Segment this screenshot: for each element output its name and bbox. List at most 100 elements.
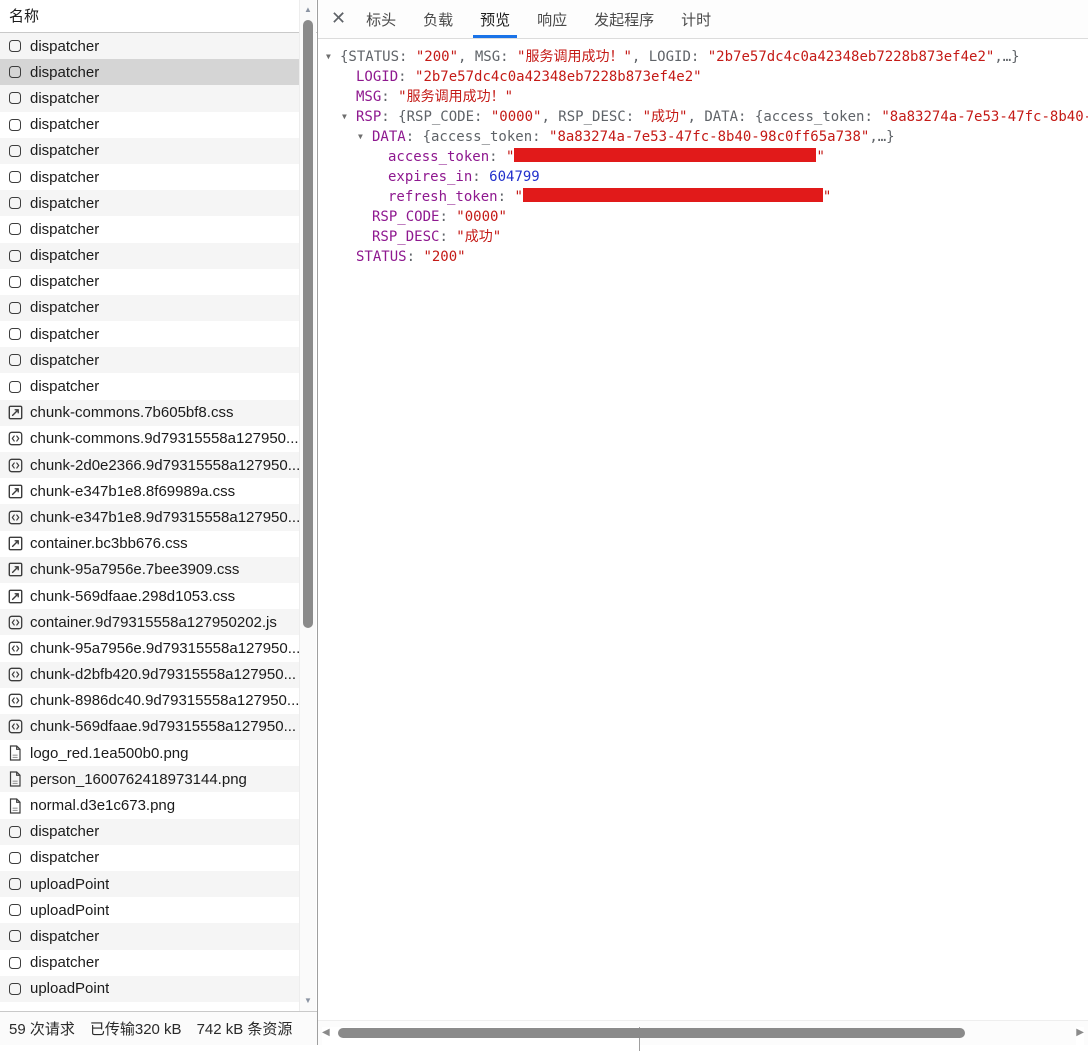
json-string-value: "0000" <box>456 209 507 225</box>
request-name: dispatcher <box>30 64 99 81</box>
stylesheet-file-icon <box>7 536 23 552</box>
fetch-request-icon <box>7 274 23 290</box>
request-name: dispatcher <box>30 823 99 840</box>
request-name: chunk-95a7956e.9d79315558a127950... <box>30 640 300 657</box>
json-tree-line: access_token: "" <box>318 147 1088 167</box>
vertical-scrollbar-thumb[interactable] <box>303 20 313 628</box>
request-row[interactable]: dispatcher <box>0 845 300 871</box>
rounded-square-icon <box>9 171 21 183</box>
request-row[interactable]: dispatcher <box>0 923 300 949</box>
json-string-value: "8a83274a-7e53-47fc-8b40-98c0ff65a738" <box>549 129 869 145</box>
request-row[interactable]: uploadPoint <box>0 871 300 897</box>
request-row[interactable]: chunk-e347b1e8.8f69989a.css <box>0 478 300 504</box>
resource-size: 742 kB 条资源 <box>197 1018 293 1039</box>
scroll-right-icon[interactable]: ▶ <box>1076 1027 1084 1051</box>
request-row[interactable]: chunk-569dfaae.9d79315558a127950... <box>0 714 300 740</box>
json-string-value: "服务调用成功！" <box>517 49 632 65</box>
json-punctuation: : <box>381 89 398 105</box>
request-row[interactable]: container.9d79315558a127950202.js <box>0 609 300 635</box>
request-row[interactable]: container.bc3bb676.css <box>0 531 300 557</box>
request-row[interactable]: chunk-569dfaae.298d1053.css <box>0 583 300 609</box>
request-row[interactable]: dispatcher <box>0 190 300 216</box>
devtools-network-panel: 名称 dispatcherdispatcherdispatcherdispatc… <box>0 0 1088 1045</box>
rounded-square-icon <box>9 878 21 890</box>
request-row[interactable]: normal.d3e1c673.png <box>0 792 300 818</box>
close-icon[interactable]: ✕ <box>331 10 346 28</box>
tab-preview[interactable]: 预览 <box>473 0 517 38</box>
request-name: person_1600762418973144.png <box>30 771 247 788</box>
request-row[interactable]: chunk-8986dc40.9d79315558a127950... <box>0 688 300 714</box>
request-name: dispatcher <box>30 326 99 343</box>
request-row[interactable]: dispatcher <box>0 33 300 59</box>
stylesheet-file-icon <box>7 483 23 499</box>
rounded-square-icon <box>9 302 21 314</box>
request-row[interactable]: uploadPoint <box>0 897 300 923</box>
fetch-request-icon <box>7 169 23 185</box>
request-row[interactable]: dispatcher <box>0 321 300 347</box>
tab-headers[interactable]: 标头 <box>359 0 403 38</box>
json-key: DATA <box>372 129 406 145</box>
rounded-square-icon <box>9 276 21 288</box>
request-detail-panel: ✕ 标头负载预览响应发起程序计时 ▼{STATUS: "200", MSG: "… <box>318 0 1088 1045</box>
request-row[interactable]: chunk-e347b1e8.9d79315558a127950... <box>0 504 300 530</box>
json-punctuation: , DATA: {access_token: <box>687 109 881 125</box>
request-row[interactable]: dispatcher <box>0 950 300 976</box>
request-name: uploadPoint <box>30 980 109 997</box>
request-row[interactable]: dispatcher <box>0 59 300 85</box>
request-row[interactable]: chunk-d2bfb420.9d79315558a127950... <box>0 662 300 688</box>
tab-response[interactable]: 响应 <box>530 0 574 38</box>
disclosure-triangle-icon[interactable]: ▼ <box>326 47 340 67</box>
request-row[interactable]: chunk-commons.7b605bf8.css <box>0 400 300 426</box>
request-row[interactable]: dispatcher <box>0 138 300 164</box>
request-row[interactable]: dispatcher <box>0 216 300 242</box>
tab-payload[interactable]: 负载 <box>416 0 460 38</box>
horizontal-scrollbar[interactable]: ◀ ▶ <box>318 1020 1088 1045</box>
request-row[interactable]: dispatcher <box>0 373 300 399</box>
json-punctuation: : <box>407 249 424 265</box>
scroll-up-icon[interactable]: ▲ <box>300 5 316 15</box>
request-list-panel: 名称 dispatcherdispatcherdispatcherdispatc… <box>0 0 318 1045</box>
image-file-icon <box>7 745 23 761</box>
request-row[interactable]: dispatcher <box>0 295 300 321</box>
json-string-value: " <box>506 149 514 165</box>
request-row[interactable]: dispatcher <box>0 243 300 269</box>
request-row[interactable]: person_1600762418973144.png <box>0 766 300 792</box>
request-name: dispatcher <box>30 247 99 264</box>
request-row[interactable]: uploadPoint <box>0 976 300 1002</box>
scroll-down-icon[interactable]: ▼ <box>300 996 316 1006</box>
fetch-request-icon <box>7 195 23 211</box>
request-row[interactable]: chunk-2d0e2366.9d79315558a127950... <box>0 452 300 478</box>
json-key: access_token <box>388 149 489 165</box>
request-row[interactable]: logo_red.1ea500b0.png <box>0 740 300 766</box>
image-file-icon <box>7 798 23 814</box>
request-row[interactable]: dispatcher <box>0 112 300 138</box>
request-row[interactable]: chunk-95a7956e.9d79315558a127950... <box>0 635 300 661</box>
tab-initiator[interactable]: 发起程序 <box>587 0 661 38</box>
request-row[interactable]: dispatcher <box>0 269 300 295</box>
vertical-scrollbar[interactable]: ▲ ▼ <box>299 0 316 1011</box>
request-row[interactable]: chunk-95a7956e.7bee3909.css <box>0 557 300 583</box>
request-name: dispatcher <box>30 928 99 945</box>
rounded-square-icon <box>9 930 21 942</box>
request-row[interactable]: dispatcher <box>0 819 300 845</box>
json-string-value: "2b7e57dc4c0a42348eb7228b873ef4e2" <box>415 69 702 85</box>
script-file-icon <box>7 719 23 735</box>
request-row[interactable]: chunk-commons.9d79315558a127950... <box>0 426 300 452</box>
horizontal-scrollbar-thumb[interactable] <box>338 1028 965 1038</box>
fetch-request-icon <box>7 143 23 159</box>
disclosure-triangle-icon[interactable]: ▼ <box>342 107 356 127</box>
json-key: STATUS <box>356 249 407 265</box>
name-column-header[interactable]: 名称 <box>0 0 317 33</box>
request-name: chunk-8986dc40.9d79315558a127950... <box>30 692 299 709</box>
json-punctuation: : <box>398 69 415 85</box>
json-punctuation: : <box>498 189 515 205</box>
disclosure-triangle-icon[interactable]: ▼ <box>358 127 372 147</box>
tab-timing[interactable]: 计时 <box>674 0 718 38</box>
request-row[interactable]: dispatcher <box>0 164 300 190</box>
request-row[interactable]: dispatcher <box>0 85 300 111</box>
request-name: dispatcher <box>30 378 99 395</box>
request-name: dispatcher <box>30 849 99 866</box>
json-tree-line: STATUS: "200" <box>318 247 1088 267</box>
json-string-value: "成功" <box>643 109 688 125</box>
request-row[interactable]: dispatcher <box>0 347 300 373</box>
